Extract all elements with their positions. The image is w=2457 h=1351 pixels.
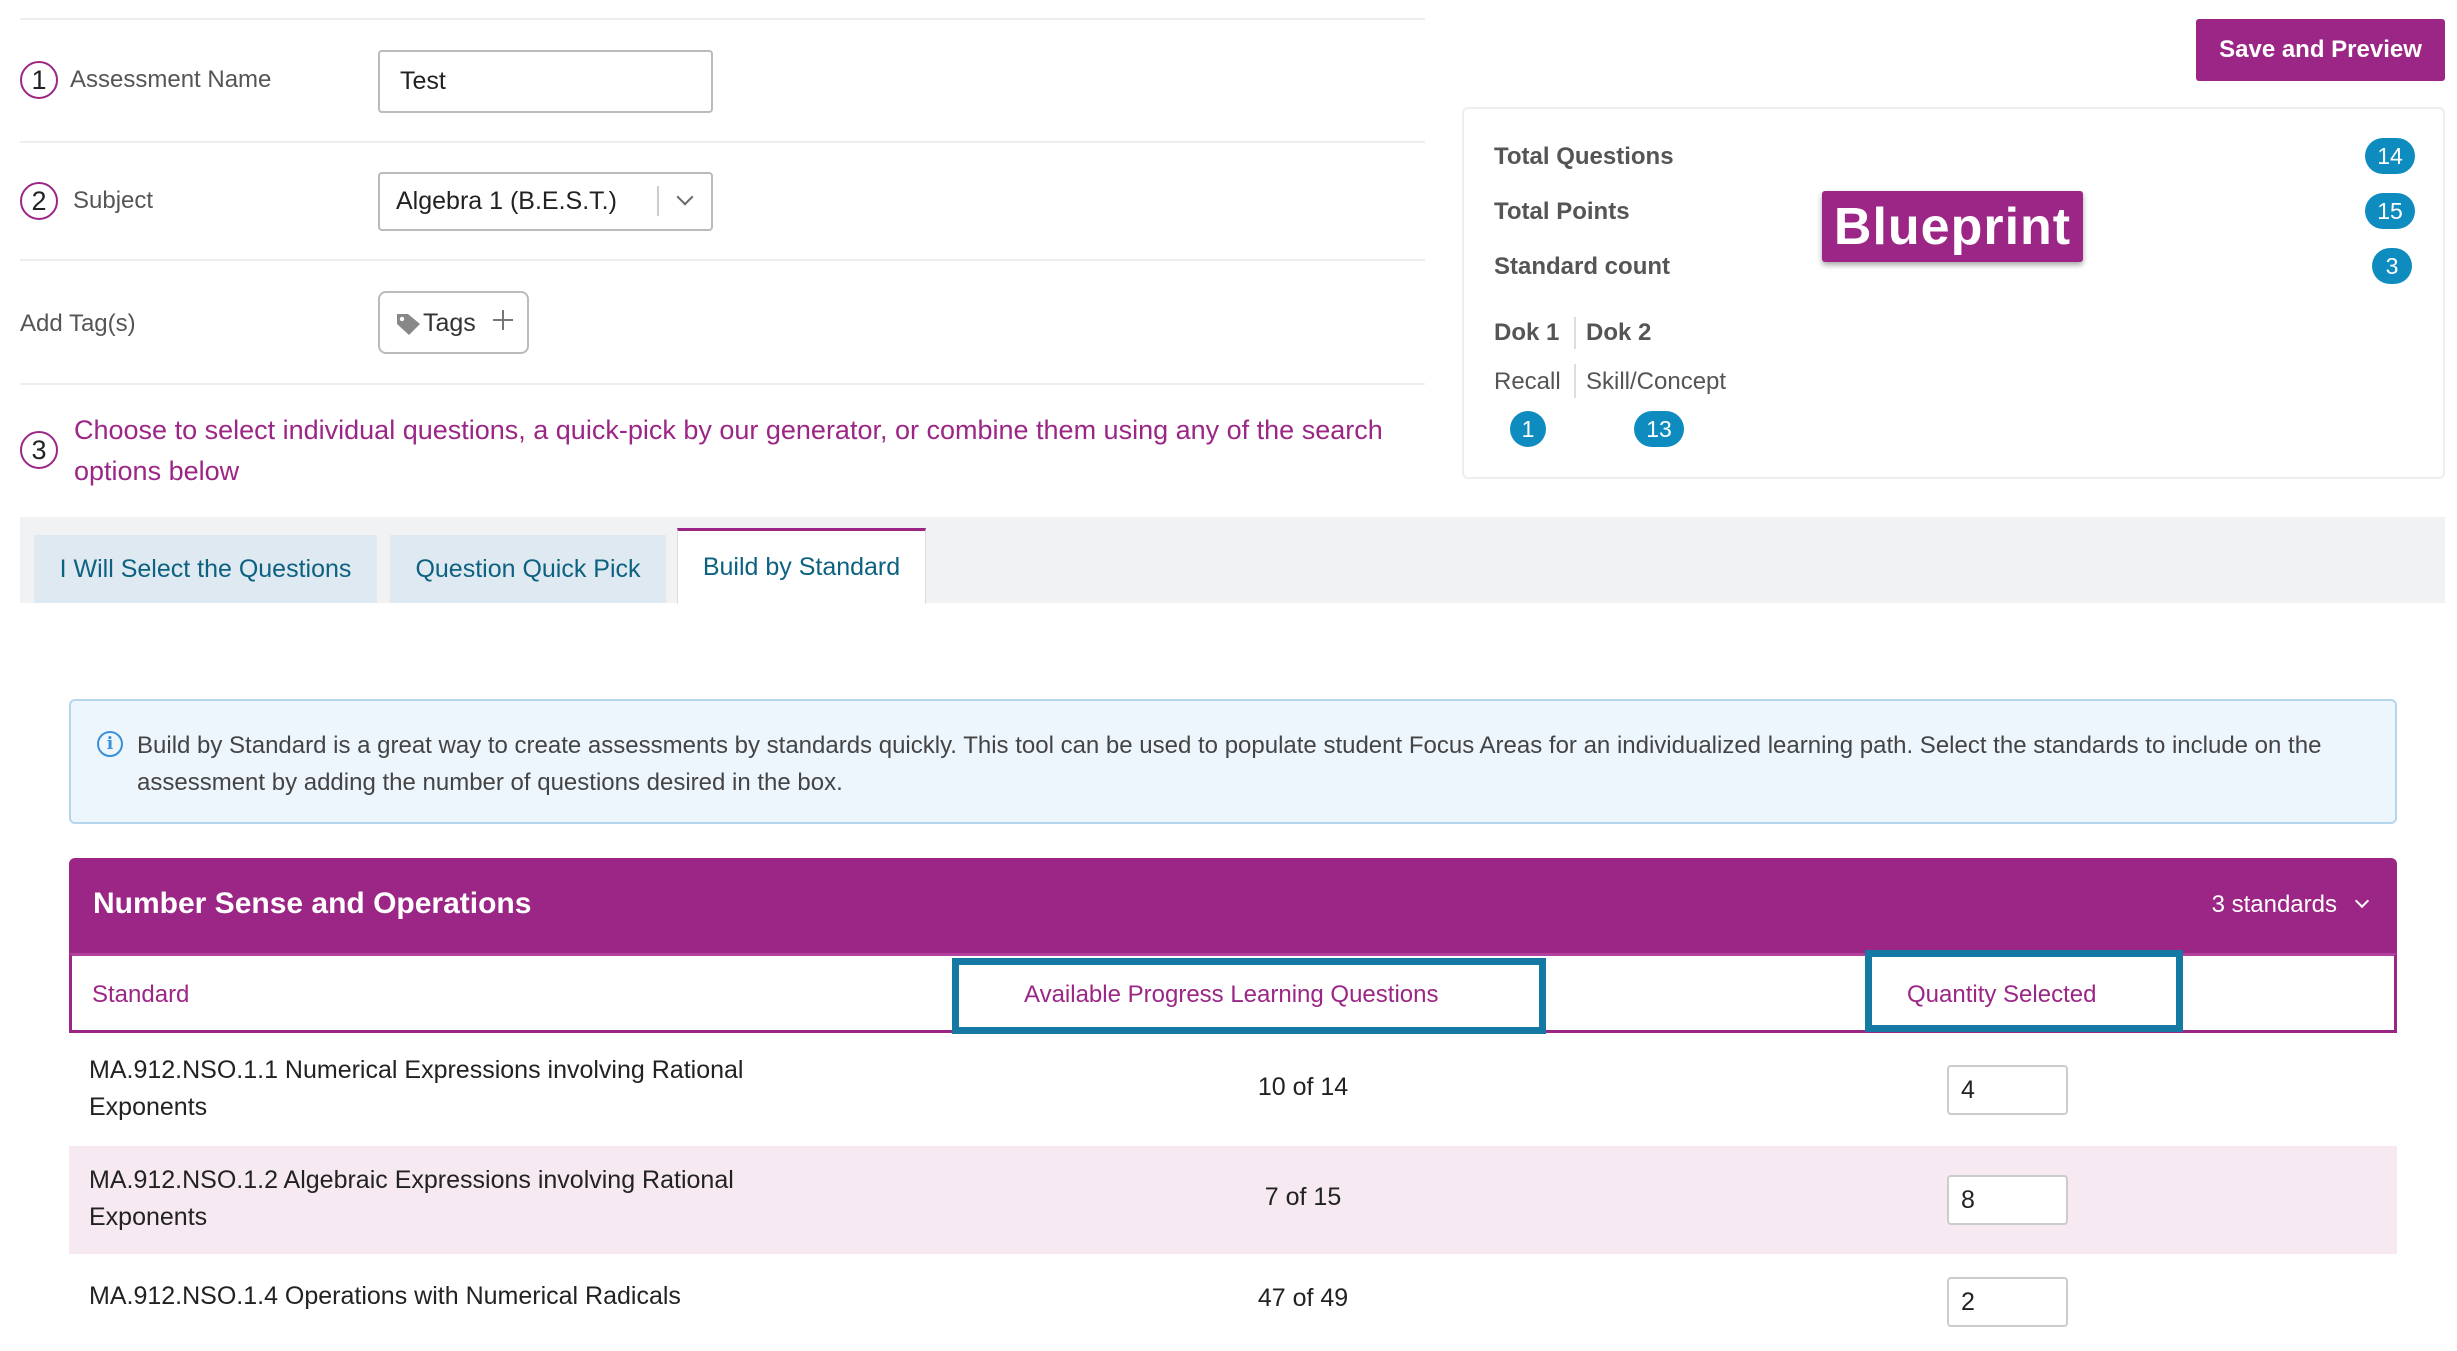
column-header-standard: Standard xyxy=(92,981,190,1008)
standard-name: MA.912.NSO.1.1 Numerical Expressions inv… xyxy=(89,1056,744,1121)
tags-button-label: Tags xyxy=(423,309,476,337)
step3-instructions: Choose to select individual questions, a… xyxy=(74,415,1383,486)
info-text: Build by Standard is a great way to crea… xyxy=(137,732,2322,796)
blueprint-panel: Total Questions 14 Total Points 15 Stand… xyxy=(1462,107,2445,479)
chevron-down-icon[interactable] xyxy=(676,188,694,206)
step-number-2: 2 xyxy=(20,182,58,220)
section-header[interactable]: Number Sense and Operations 3 standards xyxy=(69,858,2397,953)
chevron-down-icon[interactable] xyxy=(2354,893,2370,909)
tab-i-will-select[interactable]: I Will Select the Questions xyxy=(34,535,377,603)
divider xyxy=(20,18,1425,20)
step-number-3: 3 xyxy=(20,431,58,469)
table-row: MA.912.NSO.1.1 Numerical Expressions inv… xyxy=(69,1036,2397,1144)
quantity-value: 2 xyxy=(1961,1287,1975,1316)
highlight-box xyxy=(952,958,1546,1034)
dok-divider xyxy=(1574,364,1576,398)
quantity-input[interactable]: 4 xyxy=(1947,1065,2068,1115)
quantity-value: 4 xyxy=(1961,1075,1975,1104)
highlight-box xyxy=(1865,950,2183,1032)
assessment-name-label: Assessment Name xyxy=(70,66,272,93)
tag-icon xyxy=(397,314,420,335)
divider xyxy=(20,383,1425,385)
dok1-label: Dok 1 xyxy=(1494,319,1560,346)
total-points-badge: 15 xyxy=(2365,193,2415,229)
standard-name: MA.912.NSO.1.2 Algebraic Expressions inv… xyxy=(89,1166,734,1231)
plus-icon xyxy=(493,310,513,330)
dok1-sub-label: Recall xyxy=(1494,368,1561,395)
subject-value: Algebra 1 (B.E.S.T.) xyxy=(396,187,617,215)
standard-name: MA.912.NSO.1.4 Operations with Numerical… xyxy=(89,1282,681,1310)
select-divider xyxy=(657,186,659,216)
dok2-sub-label: Skill/Concept xyxy=(1586,368,1727,395)
tab-build-by-standard[interactable]: Build by Standard xyxy=(677,528,926,604)
tab-bar xyxy=(20,517,2445,603)
info-icon: i xyxy=(97,731,123,757)
section-title: Number Sense and Operations xyxy=(93,887,532,920)
available-count: 7 of 15 xyxy=(1264,1183,1342,1211)
subject-select[interactable]: Algebra 1 (B.E.S.T.) xyxy=(378,172,713,231)
quantity-input[interactable]: 2 xyxy=(1947,1277,2068,1327)
available-count: 47 of 49 xyxy=(1257,1284,1349,1312)
divider xyxy=(20,259,1425,261)
assessment-name-value: Test xyxy=(400,67,446,95)
table-row: MA.912.NSO.1.4 Operations with Numerical… xyxy=(69,1256,2397,1351)
table-row: MA.912.NSO.1.2 Algebraic Expressions inv… xyxy=(69,1146,2397,1254)
info-box: i Build by Standard is a great way to cr… xyxy=(69,699,2397,824)
assessment-name-input[interactable]: Test xyxy=(378,50,713,113)
dok-divider xyxy=(1574,317,1576,349)
dok2-badge: 13 xyxy=(1634,411,1684,447)
add-tags-label: Add Tag(s) xyxy=(20,310,136,337)
blueprint-annotation: Blueprint xyxy=(1822,191,2083,262)
quantity-input[interactable]: 8 xyxy=(1947,1175,2068,1225)
total-questions-label: Total Questions xyxy=(1494,143,1674,170)
standard-count-badge: 3 xyxy=(2372,248,2412,284)
divider xyxy=(20,141,1425,143)
tab-question-quick-pick[interactable]: Question Quick Pick xyxy=(390,535,666,603)
dok2-label: Dok 2 xyxy=(1586,319,1652,346)
section-standard-count: 3 standards xyxy=(2211,891,2337,918)
tags-button[interactable]: Tags xyxy=(378,291,529,354)
dok1-badge: 1 xyxy=(1510,411,1546,447)
quantity-value: 8 xyxy=(1961,1185,1975,1214)
subject-label: Subject xyxy=(73,187,154,214)
step-number-1: 1 xyxy=(20,61,58,99)
total-points-label: Total Points xyxy=(1494,198,1630,225)
standard-count-label: Standard count xyxy=(1494,253,1671,280)
available-count: 10 of 14 xyxy=(1257,1073,1349,1101)
save-and-preview-button[interactable]: Save and Preview xyxy=(2196,19,2445,81)
total-questions-badge: 14 xyxy=(2365,138,2415,174)
